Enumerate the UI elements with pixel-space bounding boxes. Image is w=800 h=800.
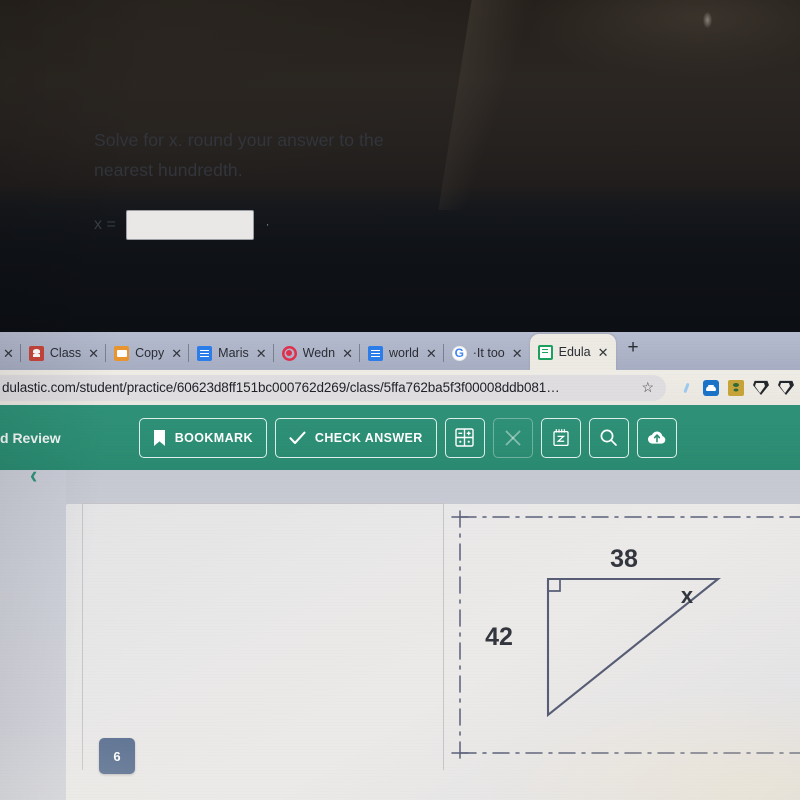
light-glint (703, 12, 712, 28)
tab-close-icon[interactable]: ✕ (2, 347, 15, 360)
tab-wednesday[interactable]: Wedn ✕ (272, 336, 360, 370)
tab-label: Edula (558, 345, 591, 359)
new-tab-button[interactable]: + (616, 338, 651, 357)
tab-copy[interactable]: Copy ✕ (105, 336, 189, 370)
tab-close-icon[interactable]: ✕ (87, 347, 100, 360)
tab-list: ✕ Class ✕ Copy ✕ Maris ✕ Wedn ✕ world ✕ … (0, 332, 800, 370)
tab-label: Copy (135, 346, 165, 360)
shield-extension-icon-2[interactable] (778, 380, 794, 395)
answer-label: x = (94, 216, 116, 233)
edulastic-icon (537, 344, 553, 360)
tab-close-icon[interactable]: ✕ (597, 346, 610, 359)
magnifier-icon (599, 428, 618, 447)
tab-label: world (388, 346, 419, 360)
assignment-title: d Review (0, 429, 61, 446)
google-docs-icon (367, 345, 383, 361)
close-button[interactable] (492, 417, 533, 458)
bookmark-flag-icon (153, 429, 166, 446)
tab-close-icon[interactable]: ✕ (170, 347, 183, 360)
answer-trailing-dot: · (265, 219, 270, 231)
browser-tab-strip: ✕ Class ✕ Copy ✕ Maris ✕ Wedn ✕ world ✕ … (0, 332, 800, 370)
browser-omnibox-row: dulastic.com/student/practice/60623d8ff1… (0, 370, 800, 405)
tab-cut-off[interactable]: ✕ (0, 336, 21, 370)
tab-classroom[interactable]: Class ✕ (19, 336, 106, 370)
tab-label: ·It too (472, 346, 505, 360)
tab-close-icon[interactable]: ✕ (511, 347, 524, 360)
tab-label: Class (49, 346, 82, 360)
answer-row: x = · (94, 210, 269, 240)
back-navigation-chevron[interactable]: ‹ (30, 462, 37, 487)
check-icon (289, 431, 306, 445)
magnify-button[interactable] (588, 417, 629, 458)
svg-text:42: 42 (485, 623, 513, 651)
question-prompt: Solve for x. round your answer to the ne… (94, 130, 384, 180)
question-text-panel (82, 503, 444, 770)
tab-world[interactable]: world ✕ (358, 336, 444, 370)
padlet-icon (282, 346, 297, 361)
question-number-badge[interactable]: 6 (99, 738, 135, 774)
extension-icon-row (666, 379, 800, 396)
google-search-icon (451, 345, 467, 361)
tab-edulastic[interactable]: Edula ✕ (529, 334, 616, 370)
url-text[interactable]: dulastic.com/student/practice/60623d8ff1… (0, 380, 637, 395)
notepad-icon (552, 428, 570, 447)
close-icon (504, 429, 522, 447)
toolbar-button-group: BOOKMARK CHECK ANSWER (138, 417, 677, 458)
cloud-upload-icon (647, 430, 667, 445)
bookmark-label: BOOKMARK (174, 430, 253, 445)
cloud-save-extension-icon[interactable] (703, 379, 719, 396)
google-docs-icon (197, 345, 213, 361)
profile-extension-icon[interactable] (728, 379, 744, 396)
shadow-fold (438, 0, 542, 210)
app-toolbar: d Review BOOKMARK CHECK ANSWER (0, 405, 800, 470)
tab-label: Maris (218, 346, 249, 360)
tab-maris[interactable]: Maris ✕ (188, 336, 273, 370)
google-slides-icon (114, 345, 130, 361)
tab-close-icon[interactable]: ✕ (255, 347, 268, 360)
bookmark-star-icon[interactable]: ☆ (637, 379, 658, 396)
bookmark-button[interactable]: BOOKMARK (138, 417, 267, 458)
answer-input[interactable] (125, 210, 254, 240)
screenshot-root: ✕ Class ✕ Copy ✕ Maris ✕ Wedn ✕ world ✕ … (0, 0, 800, 800)
svg-text:38: 38 (610, 545, 638, 573)
address-bar[interactable]: dulastic.com/student/practice/60623d8ff1… (0, 374, 666, 401)
left-rail (0, 470, 66, 800)
check-answer-label: CHECK ANSWER (314, 430, 423, 445)
svg-text:x: x (681, 583, 694, 608)
tab-close-icon[interactable]: ✕ (425, 347, 438, 360)
tab-label: Wedn (302, 346, 336, 360)
tab-google-search[interactable]: ·It too ✕ (442, 336, 530, 370)
triangle-figure: 38 42 x (444, 503, 800, 770)
shield-extension-icon[interactable] (753, 380, 769, 395)
upload-button[interactable] (636, 417, 677, 458)
check-answer-button[interactable]: CHECK ANSWER (274, 417, 437, 458)
calculator-icon (455, 428, 474, 447)
scratchpad-button[interactable] (540, 417, 581, 458)
tab-close-icon[interactable]: ✕ (341, 347, 354, 360)
pen-extension-icon[interactable] (678, 380, 694, 396)
google-classroom-icon (28, 345, 44, 361)
calculator-button[interactable] (444, 417, 485, 458)
